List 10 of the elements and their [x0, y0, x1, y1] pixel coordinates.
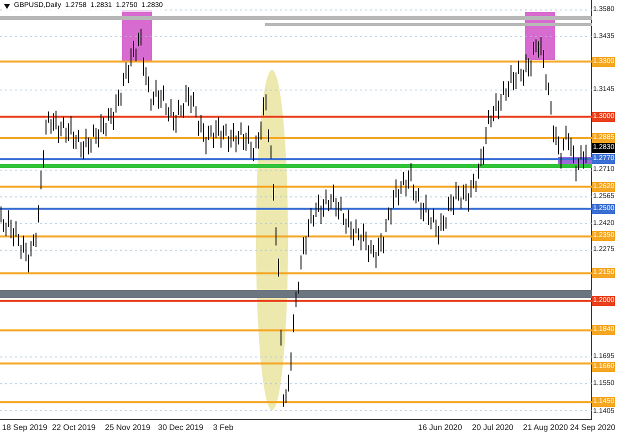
date-label: 24 Sep 2020: [570, 422, 616, 434]
date-label: 20 Jul 2020: [472, 422, 514, 434]
date-label: 16 Jun 2020: [418, 422, 462, 434]
date-label: 30 Dec 2019: [158, 422, 204, 434]
date-label: 25 Nov 2019: [105, 422, 150, 434]
date-label: 18 Sep 2019: [2, 422, 48, 434]
collapse-icon[interactable]: [4, 4, 10, 9]
date-label: 22 Oct 2019: [52, 422, 96, 434]
date-label: 21 Aug 2020: [523, 422, 568, 434]
date-label: 3 Feb: [213, 422, 234, 434]
